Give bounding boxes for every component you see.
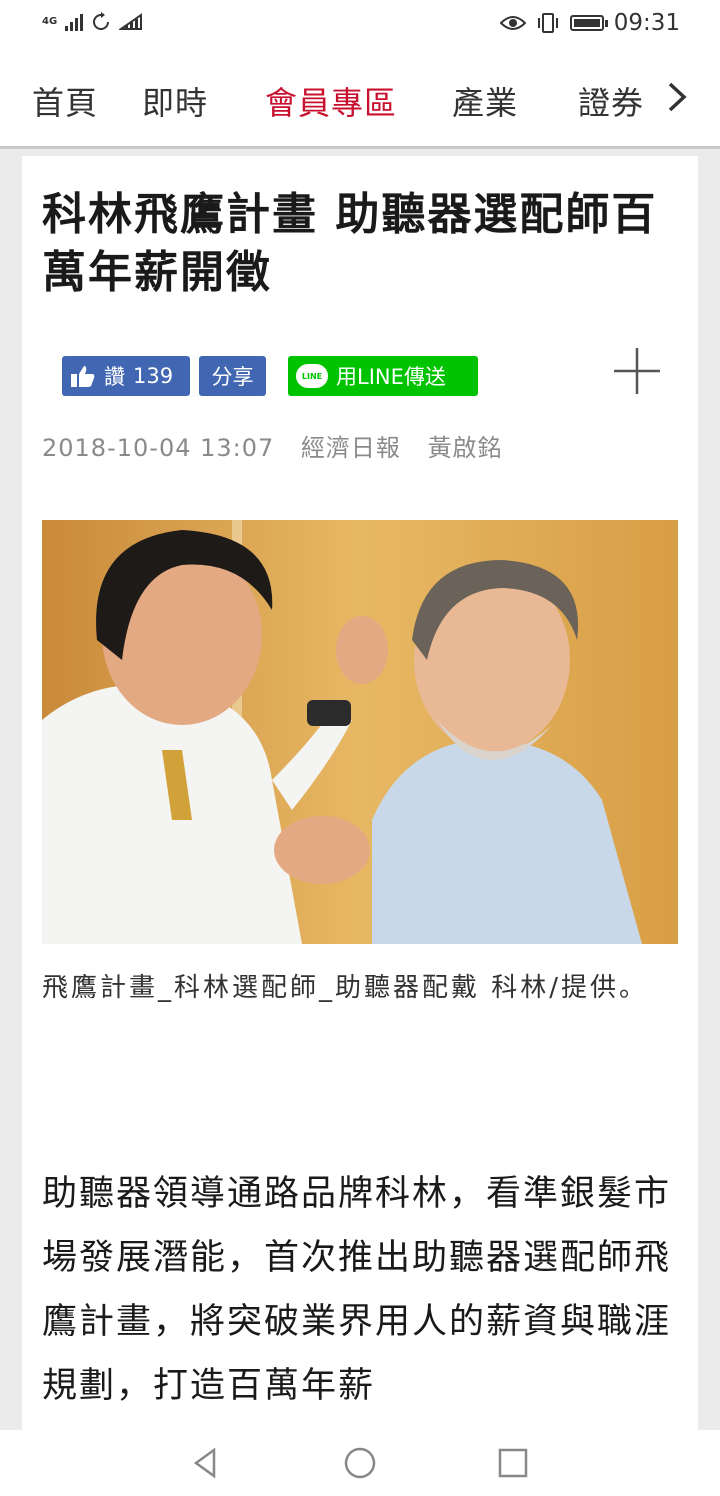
like-button[interactable]: 讚 139 bbox=[62, 356, 190, 396]
tab-securities[interactable]: 證券 bbox=[578, 78, 644, 124]
wifi-icon bbox=[119, 13, 143, 30]
article-meta: 2018-10-04 13:07 經濟日報 黃啟銘 bbox=[42, 428, 503, 463]
tab-industry[interactable]: 產業 bbox=[452, 78, 518, 124]
article-title: 科林飛鷹計畫 助聽器選配師百萬年薪開徵 bbox=[42, 189, 658, 298]
like-count: 139 bbox=[133, 364, 174, 388]
article-photo bbox=[42, 520, 678, 944]
line-share-label: 用LINE傳送 bbox=[336, 365, 446, 389]
vibrate-icon bbox=[537, 13, 558, 33]
article-card: 科林飛鷹計畫 助聽器選配師百萬年薪開徵 讚 139 分享 LINE 用LINE傳… bbox=[22, 156, 698, 1430]
article-source: 經濟日報 bbox=[300, 434, 401, 462]
share-button[interactable]: 分享 bbox=[199, 356, 266, 396]
tab-realtime[interactable]: 即時 bbox=[142, 78, 208, 124]
photo-caption: 飛鷹計畫_科林選配師_助聽器配戴 科林/提供。 bbox=[42, 973, 649, 1003]
line-icon: LINE bbox=[296, 364, 328, 388]
system-nav-bar bbox=[0, 1430, 720, 1496]
recents-icon[interactable] bbox=[496, 1446, 530, 1480]
signal-icon bbox=[65, 13, 84, 31]
eye-icon bbox=[499, 16, 526, 30]
chevron-right-icon[interactable] bbox=[662, 80, 692, 114]
back-icon[interactable] bbox=[188, 1446, 222, 1480]
battery-icon bbox=[569, 15, 608, 31]
home-icon[interactable] bbox=[343, 1446, 377, 1480]
plus-icon[interactable] bbox=[612, 346, 662, 396]
clock: 09:31 bbox=[613, 10, 680, 36]
sync-icon bbox=[93, 12, 110, 30]
thumbs-up-icon bbox=[71, 366, 95, 387]
tab-members[interactable]: 會員專區 bbox=[265, 78, 397, 124]
line-share-button[interactable]: LINE 用LINE傳送 bbox=[288, 356, 478, 396]
tab-home[interactable]: 首頁 bbox=[32, 78, 98, 124]
status-bar: 4G 09:31 bbox=[0, 0, 720, 50]
section-nav: 首頁 即時 會員專區 產業 證券 bbox=[0, 50, 720, 149]
share-bar: 讚 139 分享 LINE 用LINE傳送 bbox=[62, 356, 662, 396]
article-body: 助聽器領導通路品牌科林，看準銀髮市場發展潛能，首次推出助聽器選配師飛鷹計畫，將突… bbox=[42, 1174, 672, 1406]
network-type: 4G bbox=[42, 16, 58, 27]
publish-date: 2018-10-04 13:07 bbox=[42, 434, 275, 462]
photo-illustration bbox=[42, 520, 678, 944]
like-label: 讚 bbox=[104, 365, 125, 389]
article-author: 黃啟銘 bbox=[427, 434, 503, 462]
